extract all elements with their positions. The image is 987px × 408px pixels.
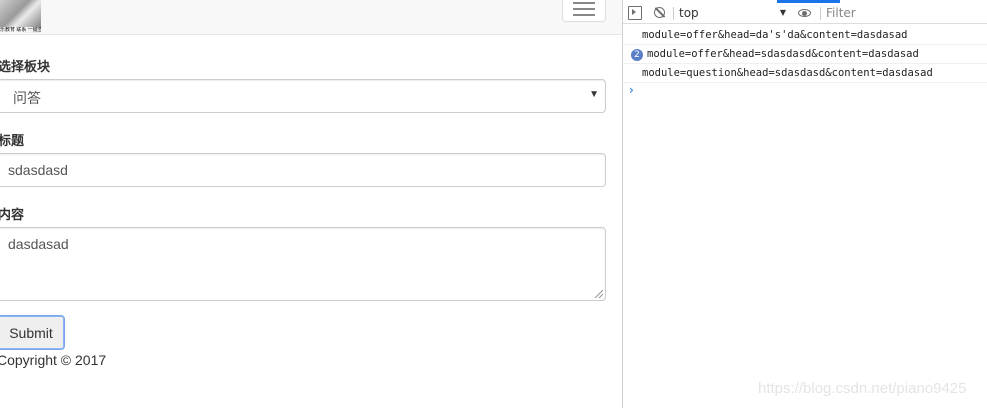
content-textarea-value: dasdasad: [8, 236, 69, 252]
filter-placeholder: Filter: [826, 6, 856, 20]
console-log-row[interactable]: 2 module=offer&head=sdasdasd&content=das…: [623, 45, 987, 64]
console-prompt-icon[interactable]: ›: [629, 83, 634, 97]
module-select[interactable]: 问答 ▼: [0, 79, 606, 113]
eye-icon[interactable]: [798, 6, 812, 20]
head-label: 标题: [0, 133, 25, 148]
head-input-value: sdasdasd: [8, 162, 68, 178]
navbar: 乐教育 联系 一键查: [0, 0, 622, 35]
filter-input[interactable]: Filter: [826, 4, 976, 22]
hamburger-icon: [573, 2, 595, 4]
copyright-text: Copyright © 2017: [0, 352, 107, 368]
log-message: module=question&head=sdasdasd&content=da…: [642, 67, 933, 79]
module-label: 选择板块: [0, 59, 51, 74]
hamburger-icon-bar: [573, 8, 595, 10]
content-textarea[interactable]: dasdasad: [0, 227, 606, 301]
toolbar-divider: [673, 7, 674, 20]
log-message: module=offer&head=sdasdasd&content=dasda…: [647, 48, 919, 60]
web-page: 乐教育 联系 一键查 选择板块 问答 ▼ 标题 sdasdasd 内容 dasd…: [0, 0, 622, 408]
head-input[interactable]: sdasdasd: [0, 153, 606, 187]
logo-text: 乐教育 联系 一键查: [0, 27, 41, 33]
repeat-count-badge: 2: [631, 49, 643, 61]
hamburger-icon-bar: [573, 14, 595, 16]
sidebar-toggle-icon[interactable]: [628, 6, 642, 20]
console-log-row[interactable]: module=offer&head=da's'da&content=dasdas…: [623, 26, 987, 45]
site-logo[interactable]: 乐教育 联系 一键查: [0, 0, 41, 33]
console-toolbar: top ▼ Filter: [623, 3, 987, 24]
hamburger-menu-button[interactable]: [562, 0, 606, 22]
context-caret-icon: ▼: [779, 8, 786, 17]
context-select-value: top: [679, 6, 699, 20]
content-label: 内容: [0, 207, 25, 222]
console-log-row[interactable]: module=question&head=sdasdasd&content=da…: [623, 64, 987, 83]
resize-grip-icon[interactable]: [595, 290, 603, 298]
context-select[interactable]: top ▼: [679, 4, 786, 22]
devtools-console: top ▼ Filter module=offer&head=da's'da&c…: [622, 0, 987, 408]
watermark: https://blog.csdn.net/piano9425: [758, 380, 967, 397]
dropdown-caret-icon: ▼: [589, 89, 599, 100]
log-message: module=offer&head=da's'da&content=dasdas…: [642, 29, 908, 41]
module-select-value: 问答: [13, 90, 41, 106]
clear-console-icon[interactable]: [653, 6, 667, 20]
submit-button[interactable]: Submit: [0, 315, 65, 350]
toolbar-divider: [820, 7, 821, 20]
